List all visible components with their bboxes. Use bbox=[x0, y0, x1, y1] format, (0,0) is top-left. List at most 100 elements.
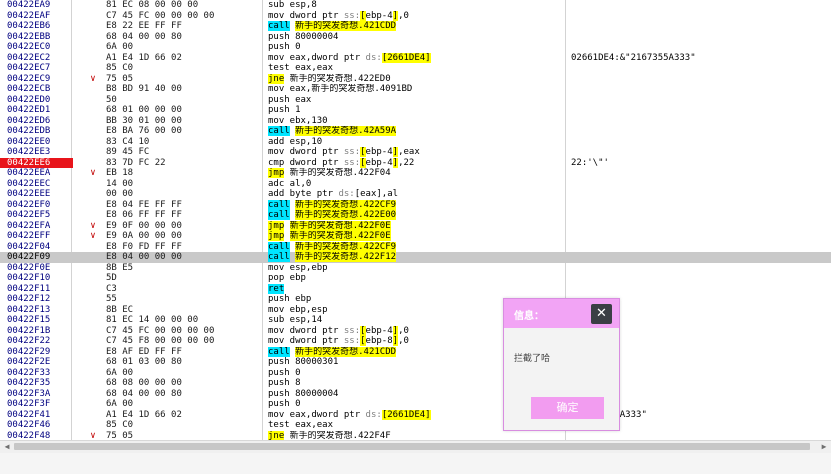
jump-arrow-icon bbox=[86, 389, 100, 400]
disassembly-cell: adc al,0 bbox=[268, 179, 563, 190]
table-row[interactable]: 00422F48 ∨ 75 05 jne 新手的突发奇想.422F4F bbox=[0, 430, 831, 440]
table-row[interactable]: 00422EC7 85 C0 test eax,eax bbox=[0, 63, 831, 74]
table-row[interactable]: 00422EB6 E8 22 EE FF FF call 新手的突发奇想.421CD… bbox=[0, 21, 831, 32]
table-row[interactable]: 00422ED1 68 01 00 00 00 push 1 bbox=[0, 105, 831, 116]
table-row[interactable]: 00422F10 5D pop ebp bbox=[0, 273, 831, 284]
comment-cell bbox=[571, 221, 831, 232]
scroll-left-icon[interactable]: ◀ bbox=[2, 442, 12, 452]
disassembly-token: push 80000004 bbox=[268, 388, 339, 399]
table-row[interactable]: 00422EC2 A1 E4 1D 66 02 mov eax,dword ptr … bbox=[0, 52, 831, 64]
table-row[interactable]: 00422F13 8B EC mov ebp,esp bbox=[0, 305, 831, 316]
table-row[interactable]: 00422F33 6A 00 push 0 bbox=[0, 368, 831, 379]
table-row[interactable]: 00422ED0 50 push eax bbox=[0, 95, 831, 106]
disassembly-token: push 80000301 bbox=[268, 357, 339, 367]
table-row[interactable]: 00422EBB 68 04 00 00 80 push 80000004 bbox=[0, 32, 831, 43]
bytes-cell: 8B EC bbox=[106, 304, 134, 315]
disassembly-cell: add esp,10 bbox=[268, 137, 563, 148]
table-row[interactable]: 00422F1B C7 45 FC 00 00 00 00 mov dword pt… bbox=[0, 325, 831, 337]
table-row[interactable]: 00422F29 E8 AF ED FF FF call 新手的突发奇想.421CD… bbox=[0, 346, 831, 358]
disassembly-cell: mov eax,dword ptr ds:[2661DE4] bbox=[268, 52, 563, 64]
disassembly-token: add byte ptr bbox=[268, 189, 339, 199]
table-row[interactable]: 00422F41 A1 E4 1D 66 02 mov eax,dword ptr … bbox=[0, 409, 831, 421]
table-row[interactable]: 00422F22 C7 45 F8 00 00 00 00 mov dword pt… bbox=[0, 336, 831, 347]
table-row[interactable]: 00422EA9 81 EC 08 00 00 00 sub esp,8 bbox=[0, 0, 831, 11]
close-icon[interactable]: ✕ bbox=[591, 304, 612, 324]
table-row[interactable]: 00422F3F 6A 00 push 0 bbox=[0, 399, 831, 410]
disassembly-token: ret bbox=[268, 283, 285, 294]
table-row[interactable]: 00422EEE 00 00 add byte ptr ds:[eax],al bbox=[0, 189, 831, 200]
table-row[interactable]: 00422ECB B8 BD 91 40 00 mov eax,新手的突发奇想.40… bbox=[0, 84, 831, 95]
ok-button[interactable]: 确定 bbox=[531, 397, 604, 419]
bytes-cell: C7 45 FC 00 00 00 00 bbox=[106, 10, 215, 21]
disassembly-token: ,eax bbox=[398, 147, 420, 157]
table-row[interactable]: 00422ED6 BB 30 01 00 00 mov ebx,130 bbox=[0, 116, 831, 127]
comment-cell bbox=[571, 273, 831, 284]
disassembly-token: push ebp bbox=[268, 294, 312, 304]
table-row[interactable]: 00422EE6 83 7D FC 22 cmp dword ptr ss:[ebp… bbox=[0, 157, 831, 168]
disassembly-token: jmp bbox=[268, 220, 285, 231]
table-row[interactable]: 00422EAF C7 45 FC 00 00 00 00 mov dword pt… bbox=[0, 10, 831, 22]
bytes-cell: 85 C0 bbox=[106, 420, 134, 430]
disassembly-cell: sub esp,8 bbox=[268, 0, 563, 11]
table-row[interactable]: 00422F46 85 C0 test eax,eax bbox=[0, 420, 831, 431]
table-row[interactable]: 00422F04 E8 F0 FD FF FF call 新手的突发奇想.422CF… bbox=[0, 241, 831, 253]
table-row[interactable]: 00422F3A 68 04 00 00 80 push 80000004 bbox=[0, 389, 831, 400]
table-row[interactable]: 00422F15 81 EC 14 00 00 00 sub esp,14 bbox=[0, 315, 831, 326]
address-cell: 00422F10 bbox=[7, 273, 51, 283]
table-row[interactable]: 00422EC9 ∨ 75 05 jne 新手的突发奇想.422ED0 bbox=[0, 73, 831, 85]
table-row[interactable]: 00422F12 55 push ebp bbox=[0, 294, 831, 305]
table-row[interactable]: 00422EF0 E8 04 FE FF FF call 新手的突发奇想.422CF… bbox=[0, 199, 831, 211]
bytes-cell: A1 E4 1D 66 02 bbox=[106, 52, 182, 63]
table-row[interactable]: 00422F09 E8 04 00 00 00 call 新手的突发奇想.422F1… bbox=[0, 252, 831, 263]
disassembly-token bbox=[284, 221, 289, 231]
disassembly-token: ss: bbox=[343, 147, 361, 157]
bytes-cell: 68 01 03 00 80 bbox=[106, 357, 182, 367]
table-row[interactable]: 00422EDB E8 BA 76 00 00 call 新手的突发奇想.42A59… bbox=[0, 126, 831, 137]
address-cell: 00422F22 bbox=[7, 336, 51, 346]
address-cell: 00422F46 bbox=[7, 420, 51, 430]
jump-arrow-icon bbox=[86, 315, 100, 326]
address-cell: 00422F12 bbox=[7, 294, 51, 304]
table-row[interactable]: 00422EEA ∨ EB 18 jmp 新手的突发奇想.422F04 bbox=[0, 168, 831, 179]
table-row[interactable]: 00422EEC 14 00 adc al,0 bbox=[0, 179, 831, 190]
disassembly-listing[interactable]: 00422EA9 81 EC 08 00 00 00 sub esp,8 00422E… bbox=[0, 0, 831, 440]
jump-arrow-icon: ∨ bbox=[90, 73, 96, 84]
table-row[interactable]: 00422EFA ∨ E9 0F 00 00 00 jmp 新手的突发奇想.422F0… bbox=[0, 220, 831, 232]
table-row[interactable]: 00422EE3 89 45 FC mov dword ptr ss:[ebp-4]… bbox=[0, 147, 831, 158]
table-row[interactable]: 00422EFF ∨ E9 0A 00 00 00 jmp 新手的突发奇想.422F0… bbox=[0, 231, 831, 242]
table-row[interactable]: 00422EE0 83 C4 10 add esp,10 bbox=[0, 137, 831, 148]
table-row[interactable]: 00422EC0 6A 00 push 0 bbox=[0, 42, 831, 53]
table-row[interactable]: 00422F0E 8B E5 mov esp,ebp bbox=[0, 263, 831, 274]
table-row[interactable]: 00422F11 C3 ret bbox=[0, 283, 831, 295]
address-cell: 00422F1B bbox=[7, 325, 51, 336]
bytes-cell: 75 05 bbox=[106, 73, 134, 84]
comment-cell bbox=[571, 126, 831, 137]
disassembly-token: mov ebp,esp bbox=[268, 304, 328, 315]
comment-cell bbox=[571, 32, 831, 43]
horizontal-scrollbar[interactable]: ◀ ▶ bbox=[0, 440, 831, 453]
disassembly-token: push 8 bbox=[268, 378, 301, 388]
jump-arrow-icon bbox=[86, 0, 100, 11]
disassembly-token: call bbox=[268, 241, 290, 252]
disassembly-cell: pop ebp bbox=[268, 273, 563, 284]
disassembly-token: 新手的突发奇想.422F12 bbox=[295, 252, 397, 262]
jump-arrow-icon bbox=[86, 53, 100, 64]
scroll-right-icon[interactable]: ▶ bbox=[819, 442, 829, 452]
address-cell: 00422EFA bbox=[7, 220, 51, 231]
disassembly-token: push 1 bbox=[268, 105, 301, 115]
jump-arrow-icon bbox=[86, 179, 100, 190]
address-cell: 00422EE0 bbox=[7, 136, 51, 147]
bytes-cell: E8 06 FF FF FF bbox=[106, 210, 182, 220]
jump-arrow-icon bbox=[86, 126, 100, 137]
disassembly-cell: push 1 bbox=[268, 105, 563, 116]
disassembly-cell: jmp 新手的突发奇想.422F04 bbox=[268, 168, 563, 179]
scrollbar-thumb[interactable] bbox=[14, 443, 810, 450]
jump-arrow-icon bbox=[86, 347, 100, 358]
table-row[interactable]: 00422F2E 68 01 03 00 80 push 80000301 bbox=[0, 357, 831, 368]
table-row[interactable]: 00422F35 68 08 00 00 00 push 8 bbox=[0, 378, 831, 389]
disassembly-token: ,0 bbox=[398, 10, 409, 21]
disassembly-token: [eax],al bbox=[354, 189, 399, 199]
disassembly-token: ,0 bbox=[398, 336, 409, 346]
table-row[interactable]: 00422EF5 E8 06 FF FF FF call 新手的突发奇想.422E0… bbox=[0, 210, 831, 221]
disassembly-cell: call 新手的突发奇想.422CF9 bbox=[268, 241, 563, 253]
